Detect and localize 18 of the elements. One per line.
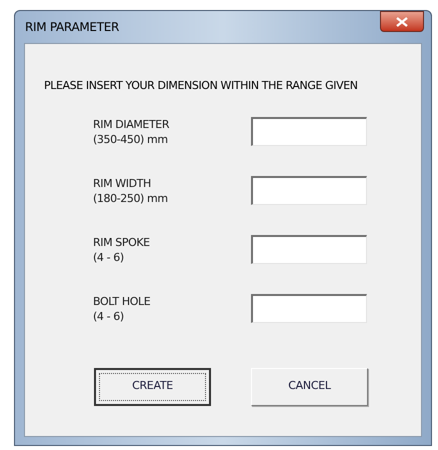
field-label: RIM SPOKE: [93, 234, 151, 250]
instruction-text: PLEASE INSERT YOUR DIMENSION WITHIN THE RANGE GIVEN: [44, 78, 359, 94]
range-text: (350-450) mm: [93, 132, 169, 146]
field-label: BOLT HOLE: [93, 294, 152, 308]
field-label: RIM WIDTH: [93, 176, 152, 190]
create-button[interactable]: CREATE: [94, 368, 211, 406]
input-field[interactable]: [251, 176, 367, 204]
cancel-button[interactable]: CANCEL: [251, 368, 368, 406]
field-label: RIM DIAMETER: [93, 116, 170, 132]
window-title: RIM PARAMETER: [25, 19, 120, 36]
range-text: (4 - 6): [93, 308, 125, 324]
range-text: (4 - 6): [93, 250, 125, 264]
close-button[interactable]: [380, 11, 424, 32]
input-field[interactable]: [251, 234, 367, 264]
range-text: (180-250) mm: [93, 190, 169, 206]
close-icon: [396, 16, 408, 26]
input-field[interactable]: [251, 294, 367, 322]
input-field[interactable]: [251, 116, 367, 146]
